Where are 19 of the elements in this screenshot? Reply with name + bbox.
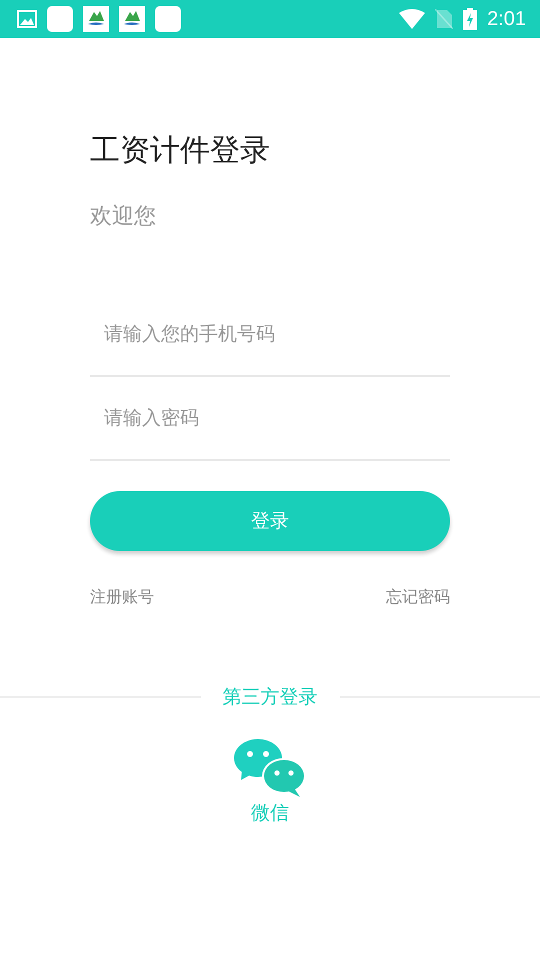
phone-field[interactable]: 请输入您的手机号码 — [90, 293, 450, 377]
mountain-icon — [83, 6, 109, 32]
notification-icon — [155, 6, 181, 32]
password-field[interactable]: 请输入密码 — [90, 377, 450, 461]
login-button[interactable]: 登录 — [90, 491, 450, 551]
wifi-icon — [399, 9, 426, 29]
no-sim-icon — [435, 9, 454, 29]
page-title: 工资计件登录 — [90, 132, 271, 170]
image-icon — [17, 10, 37, 28]
third-party-heading: 第三方登录 — [222, 685, 318, 710]
battery-icon — [463, 8, 478, 30]
register-link[interactable]: 注册账号 — [90, 587, 154, 608]
mountain-icon — [119, 6, 145, 32]
forgot-password-link[interactable]: 忘记密码 — [386, 587, 450, 608]
welcome-text: 欢迎您 — [90, 203, 157, 231]
wechat-login-button[interactable]: 微信 — [225, 738, 315, 826]
clock-time: 2:01 — [487, 8, 526, 30]
notification-icon — [47, 6, 73, 32]
chat-bubbles-icon — [234, 738, 306, 798]
